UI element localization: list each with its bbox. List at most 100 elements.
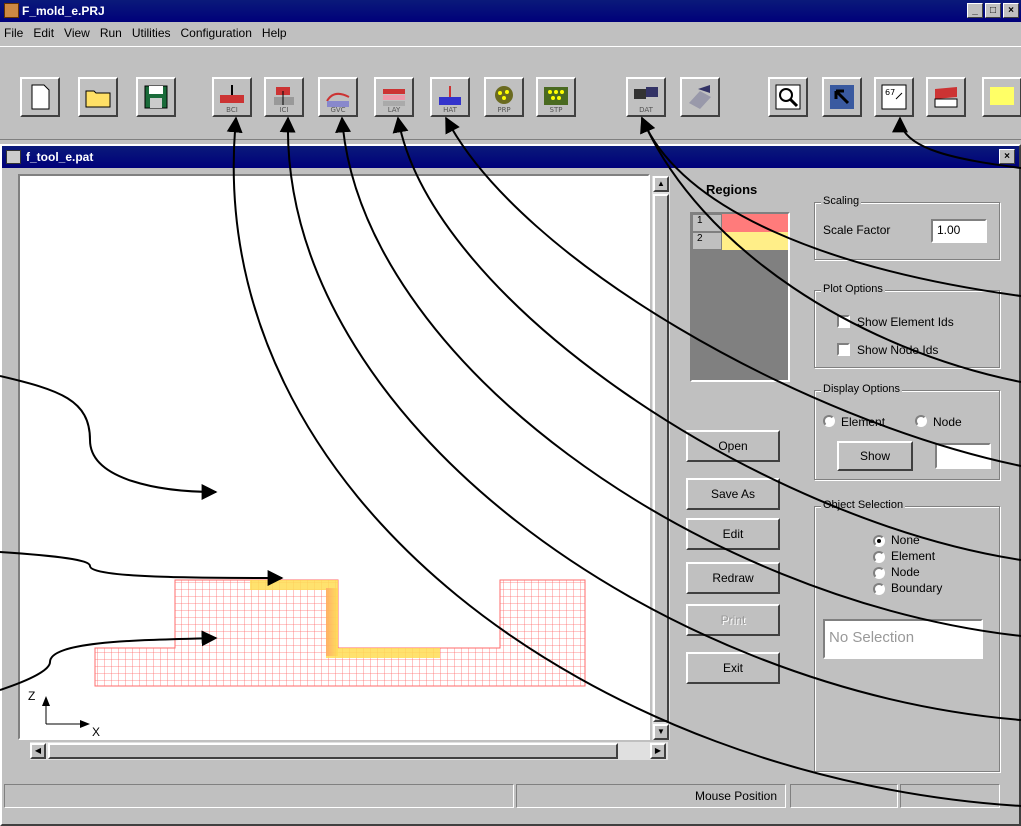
prp-label: PRP (497, 106, 511, 114)
display-options-group: Display Options Element Node Show (814, 383, 1000, 480)
display-value-input[interactable] (935, 443, 991, 469)
dat-label: DAT (639, 106, 653, 114)
minimize-button[interactable]: _ (967, 3, 983, 18)
show-element-ids-label: Show Element Ids (857, 315, 954, 329)
axis-x-label: X (92, 725, 100, 738)
object-selection-group: Object Selection None Element Node Bound… (814, 499, 1000, 772)
mesh-region-1 (94, 579, 586, 687)
horizontal-scrollbar[interactable]: ◀ ▶ (30, 742, 668, 760)
exit-button[interactable]: Exit (686, 652, 780, 684)
status-bar: Mouse Position (0, 776, 1021, 816)
region-row[interactable]: 2 (692, 232, 788, 250)
pointer-button[interactable] (822, 77, 862, 117)
plot-options-group: Plot Options Show Element Ids Show Node … (814, 283, 1000, 368)
hat-button[interactable]: HAT (430, 77, 470, 117)
menu-utilities[interactable]: Utilities (132, 26, 171, 40)
ici-button[interactable]: ICI (264, 77, 304, 117)
menu-file[interactable]: File (4, 26, 23, 40)
select-node-label: Node (891, 565, 920, 579)
main-window: F_mold_e.PRJ _ □ × File Edit View Run Ut… (0, 0, 1021, 826)
calc-button[interactable]: 67 (874, 77, 914, 117)
scroll-up-button[interactable]: ▲ (653, 176, 669, 192)
menu-help[interactable]: Help (262, 26, 287, 40)
select-boundary-radio[interactable] (873, 583, 885, 595)
gvc-button[interactable]: GVC (318, 77, 358, 117)
region-row[interactable]: 1 (692, 214, 788, 232)
ici-label: ICI (279, 106, 289, 114)
show-node-ids-checkbox[interactable] (837, 343, 850, 356)
save-as-button[interactable]: Save As (686, 478, 780, 510)
selection-status: No Selection (823, 619, 983, 659)
select-none-label: None (891, 533, 920, 547)
scale-factor-label: Scale Factor (823, 223, 891, 237)
scroll-down-button[interactable]: ▼ (653, 724, 669, 740)
svg-text:67: 67 (885, 88, 895, 97)
close-button[interactable]: × (1003, 3, 1019, 18)
mesh-drawing: Z X (28, 579, 586, 739)
select-node-radio[interactable] (873, 567, 885, 579)
maximize-button[interactable]: □ (985, 3, 1001, 18)
dat-button[interactable]: DAT (626, 77, 666, 117)
run-button[interactable] (680, 77, 720, 117)
zoom-button[interactable] (768, 77, 808, 117)
show-node-ids-label: Show Node Ids (857, 343, 939, 357)
region-id: 1 (692, 214, 722, 232)
axis-triad: Z X (28, 689, 100, 739)
scaling-group: Scaling Scale Factor 1.00 (814, 195, 1000, 260)
bci-label: BCI (226, 106, 238, 114)
select-none-radio[interactable] (873, 535, 885, 547)
scroll-right-button[interactable]: ▶ (650, 743, 666, 759)
open-folder-button[interactable] (78, 77, 118, 117)
calc-icon: 67 (881, 84, 907, 110)
select-element-label: Element (891, 549, 936, 563)
display-node-radio[interactable] (915, 415, 927, 427)
help-button[interactable] (982, 77, 1021, 117)
object-selection-title: Object Selection (821, 499, 906, 511)
pattern-close-button[interactable]: × (999, 149, 1015, 164)
menu-edit[interactable]: Edit (33, 26, 54, 40)
prp-button[interactable]: PRP (484, 77, 524, 117)
save-button[interactable] (136, 77, 176, 117)
open-folder-icon (85, 90, 111, 108)
zoom-icon (775, 84, 801, 110)
menu-configuration[interactable]: Configuration (181, 26, 252, 40)
hat-label: HAT (443, 106, 457, 114)
vertical-scrollbar[interactable]: ▲ ▼ (652, 176, 670, 740)
book-button[interactable] (926, 77, 966, 117)
axis-z-label: Z (28, 689, 35, 703)
new-file-button[interactable] (20, 77, 60, 117)
lay-button[interactable]: LAY (374, 77, 414, 117)
drawing-canvas[interactable]: Z X (18, 174, 650, 740)
run-icon (689, 85, 711, 109)
app-title: F_mold_e.PRJ (22, 4, 105, 18)
display-element-label: Element (841, 415, 886, 429)
scale-factor-input[interactable]: 1.00 (931, 219, 987, 243)
horizontal-scroll-thumb[interactable] (48, 743, 618, 759)
redraw-button[interactable]: Redraw (686, 562, 780, 594)
show-element-ids-checkbox[interactable] (837, 315, 850, 328)
show-button[interactable]: Show (837, 441, 913, 471)
vertical-scroll-thumb[interactable] (653, 194, 669, 722)
save-disk-icon (144, 85, 168, 109)
display-element-radio[interactable] (823, 415, 835, 427)
edit-button[interactable]: Edit (686, 518, 780, 550)
menu-view[interactable]: View (64, 26, 90, 40)
stp-button[interactable]: STP (536, 77, 576, 117)
scroll-left-button[interactable]: ◀ (30, 743, 46, 759)
regions-header: Regions (706, 182, 758, 197)
print-button[interactable]: Print (686, 604, 780, 636)
select-element-radio[interactable] (873, 551, 885, 563)
menu-bar: File Edit View Run Utilities Configurati… (0, 22, 1021, 44)
help-icon (990, 87, 1014, 105)
book-icon (934, 87, 958, 108)
gvc-label: GVC (330, 106, 346, 114)
region-color-swatch (722, 232, 788, 250)
bci-button[interactable]: BCI (212, 77, 252, 117)
open-button[interactable]: Open (686, 430, 780, 462)
plot-options-title: Plot Options (821, 283, 885, 295)
region-id: 2 (692, 232, 722, 250)
menu-run[interactable]: Run (100, 26, 122, 40)
regions-list[interactable]: 1 2 (690, 212, 790, 382)
document-icon (6, 150, 21, 164)
scaling-title: Scaling (821, 195, 862, 207)
